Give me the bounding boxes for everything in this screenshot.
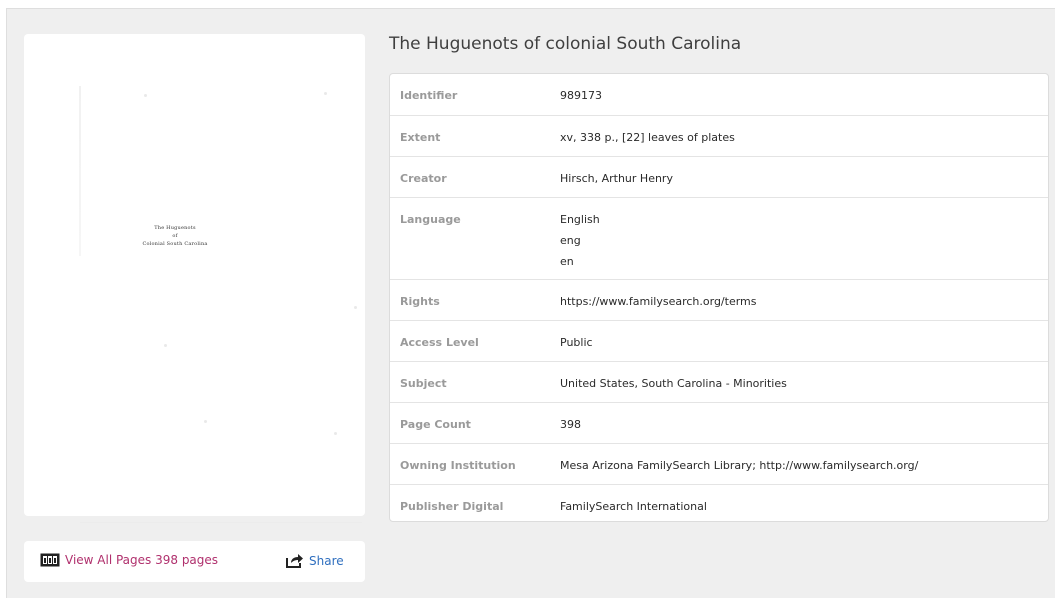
scan-speck (324, 92, 327, 95)
metadata-row: Identifier 989173 (390, 74, 1048, 115)
scan-edge (80, 522, 362, 523)
thumbnail-line: The Huguenots (154, 225, 196, 231)
metadata-table-card: Identifier 989173 Extent xv, 338 p., [22] l… (389, 73, 1049, 522)
thumbnail-line: Colonial South Carolina (142, 241, 208, 247)
metadata-value-line: https://www.familysearch.org/terms (560, 294, 757, 308)
pages-icon (40, 553, 60, 567)
metadata-row: Subject United States, South Carolina - M… (390, 360, 1048, 402)
metadata-value: United States, South Carolina - Minoriti… (560, 360, 1048, 402)
metadata-value: xv, 338 p., [22] leaves of plates (560, 114, 1048, 156)
metadata-value-line: Hirsch, Arthur Henry (560, 171, 673, 185)
metadata-value-line: Public (560, 335, 593, 349)
metadata-label: Rights (390, 278, 560, 320)
metadata-row: Extent xv, 338 p., [22] leaves of plates (390, 114, 1048, 156)
metadata-table: Identifier 989173 Extent xv, 338 p., [22] l… (390, 74, 1048, 521)
metadata-label: Language (390, 196, 560, 279)
metadata-value: Hirsch, Arthur Henry (560, 155, 1048, 197)
view-all-pages-link[interactable]: View All Pages 398 pages (40, 553, 218, 567)
metadata-value-line: eng (560, 233, 581, 247)
scan-speck (164, 344, 167, 347)
share-icon (286, 554, 303, 568)
metadata-value: Public (560, 319, 1048, 361)
metadata-value-line: 989173 (560, 89, 602, 102)
metadata-row: Page Count 398 (390, 401, 1048, 443)
metadata-row: Creator Hirsch, Arthur Henry (390, 155, 1048, 197)
scan-speck (354, 306, 357, 309)
share-label: Share (309, 553, 344, 568)
scan-speck (144, 94, 147, 97)
metadata-label: Subject (390, 360, 560, 402)
metadata-row: Language English eng en (390, 196, 1048, 279)
metadata-label: Page Count (390, 401, 560, 443)
view-all-pages-label: View All Pages 398 pages (65, 553, 219, 567)
metadata-row: Publisher Digital FamilySearch Internatio… (390, 483, 1048, 521)
share-button[interactable]: Share (286, 553, 344, 568)
scan-speck (334, 432, 337, 435)
metadata-row: Access Level Public (390, 319, 1048, 361)
metadata-row: Owning Institution Mesa Arizona FamilySea… (390, 442, 1048, 484)
metadata-label: Creator (390, 155, 560, 197)
metadata-value-line: United States, South Carolina - Minoriti… (560, 376, 787, 390)
thumbnail-title-page: The Huguenots of Colonial South Carolina (90, 224, 260, 248)
page-thumbnail-card[interactable]: The Huguenots of Colonial South Carolina (24, 34, 365, 523)
thumbnail-line: of (172, 233, 178, 239)
metadata-value-line: English (560, 212, 600, 226)
metadata-value-line: xv, 338 p., [22] leaves of plates (560, 130, 735, 144)
metadata-value: English eng en (560, 196, 1048, 279)
metadata-label: Identifier (400, 89, 458, 102)
thumbnail-actions-bar: View All Pages 398 pages Share (24, 541, 365, 582)
metadata-value-line: en (560, 254, 574, 268)
metadata-value: https://www.familysearch.org/terms (560, 278, 1048, 320)
scan-shadow (79, 86, 81, 256)
record-title: The Huguenots of colonial South Carolina (389, 34, 742, 54)
metadata-row: Rights https://www.familysearch.org/terms (390, 278, 1048, 320)
metadata-value-line: 398 (560, 417, 581, 431)
metadata-value: 398 (560, 401, 1048, 443)
metadata-value-line: Mesa Arizona FamilySearch Library; http:… (560, 458, 919, 472)
metadata-label: Owning Institution (390, 442, 560, 484)
metadata-label: Access Level (390, 319, 560, 361)
metadata-value: 989173 (560, 74, 1048, 115)
metadata-label: Extent (390, 114, 560, 156)
scan-speck (204, 420, 207, 423)
metadata-value: Mesa Arizona FamilySearch Library; http:… (560, 442, 1048, 484)
metadata-label: Publisher Digital (390, 483, 560, 521)
metadata-value: FamilySearch International (560, 483, 1048, 521)
metadata-value-line: FamilySearch International (560, 499, 707, 513)
